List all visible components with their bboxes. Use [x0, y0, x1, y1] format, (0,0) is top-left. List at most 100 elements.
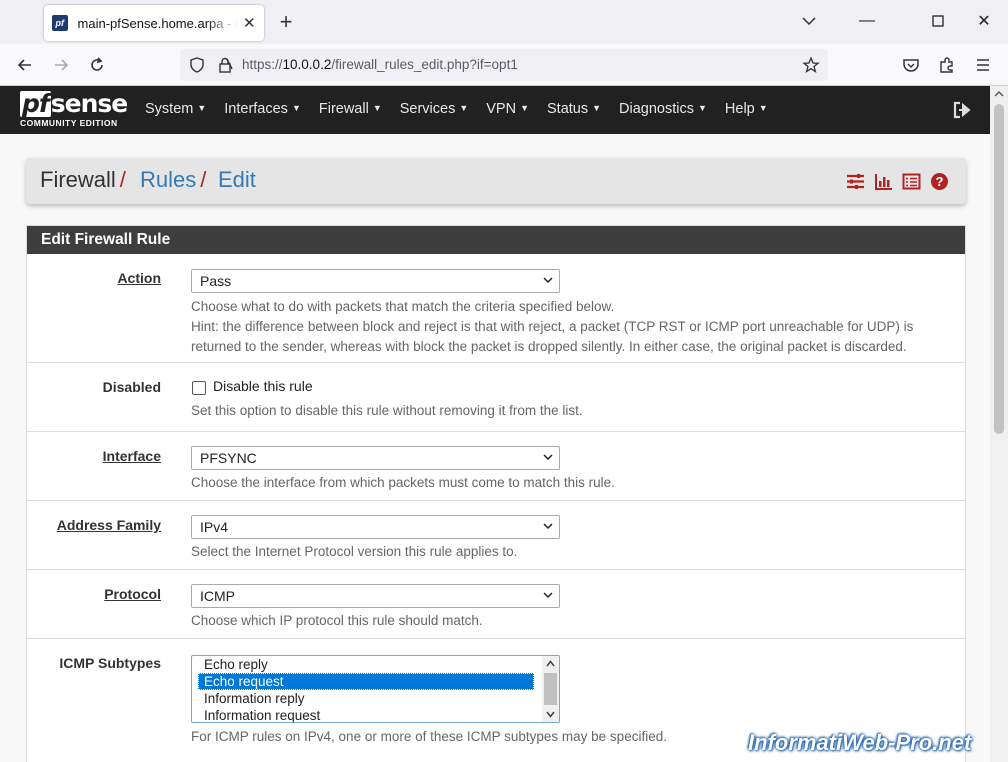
watermark: InformatiWeb-Pro.net [748, 730, 972, 755]
action-select[interactable]: Pass [191, 269, 560, 293]
disable-rule-checkbox-label[interactable]: Disable this rule [213, 378, 313, 394]
caret-down-icon: ▼ [520, 103, 530, 113]
url-path: /firewall_rules_edit.php?if=opt1 [331, 57, 518, 72]
icmp-subtypes-listbox[interactable]: Echo reply Echo request Information repl… [191, 655, 560, 723]
action-help-hint-cont: returned to the sender, whereas with blo… [191, 339, 907, 354]
shield-icon[interactable] [188, 56, 206, 74]
action-label: Action [117, 270, 161, 286]
url-scheme: https:// [242, 57, 283, 72]
action-help: Choose what to do with packets that matc… [191, 297, 913, 357]
listbox-scrollbar[interactable] [542, 656, 559, 722]
browser-tab[interactable]: pf main-pfSense.home.arpa - Firefox ✕ [44, 5, 264, 41]
listbox-option[interactable]: Echo reply [192, 656, 534, 673]
row-interface: Interface PFSYNC Choose the interface fr… [27, 432, 965, 501]
chevron-down-icon [543, 277, 553, 284]
protocol-value: ICMP [200, 588, 235, 604]
listbox-option[interactable]: Information request [192, 707, 534, 722]
action-value: Pass [200, 273, 232, 289]
pfsense-logo[interactable]: pfsense COMMUNITY EDITION [20, 91, 130, 131]
menu-label: Services [399, 101, 456, 117]
menu-services[interactable]: Services ▼ [400, 101, 469, 117]
caret-down-icon: ▼ [592, 103, 602, 113]
pocket-icon[interactable] [901, 55, 921, 75]
tab-close-icon[interactable]: ✕ [242, 14, 256, 32]
url-bar[interactable]: https://10.0.0.2/firewall_rules_edit.php… [180, 49, 828, 81]
address-family-help: Select the Internet Protocol version thi… [191, 544, 518, 559]
forward-icon[interactable] [51, 55, 71, 75]
pfsense-favicon-icon: pf [52, 15, 68, 31]
caret-down-icon: ▼ [459, 103, 469, 113]
listbox-option[interactable]: Information reply [192, 690, 534, 707]
scroll-up-icon[interactable] [545, 659, 556, 668]
caret-down-icon: ▼ [197, 103, 207, 113]
logout-icon[interactable] [952, 100, 972, 120]
panel-title: Edit Firewall Rule [27, 226, 965, 254]
back-icon[interactable] [15, 55, 35, 75]
chevron-down-icon [543, 592, 553, 599]
reload-icon[interactable] [87, 55, 107, 75]
action-help-hint: Hint: the difference between block and r… [191, 319, 914, 334]
menu-diagnostics[interactable]: Diagnostics ▼ [619, 101, 707, 117]
menu-firewall[interactable]: Firewall ▼ [319, 101, 382, 117]
crumb-separator: / [119, 167, 126, 192]
interface-select[interactable]: PFSYNC [191, 446, 560, 470]
menu-status[interactable]: Status ▼ [547, 101, 601, 117]
maximize-icon[interactable] [929, 12, 947, 30]
menu-label: Interfaces [224, 101, 288, 117]
listbox-option-selected[interactable]: Echo request [198, 673, 534, 690]
tab-title: main-pfSense.home.arpa - Firefox [77, 15, 239, 31]
lock-warning-icon[interactable] [216, 56, 234, 74]
address-family-label: Address Family [56, 517, 161, 533]
extensions-icon[interactable] [937, 55, 957, 75]
protocol-select[interactable]: ICMP [191, 584, 560, 608]
breadcrumb: Firewall / Rules / Edit ? [26, 158, 966, 204]
menu-vpn[interactable]: VPN ▼ [486, 101, 529, 117]
breadcrumb-icons: ? [846, 172, 949, 191]
address-family-select[interactable]: IPv4 [191, 515, 560, 539]
close-window-icon[interactable]: ✕ [975, 12, 993, 30]
minimize-icon[interactable]: — [858, 12, 876, 30]
page-scroll-thumb[interactable] [994, 104, 1004, 434]
scroll-up-icon[interactable] [994, 90, 1004, 98]
logo-text: sense [50, 89, 128, 118]
row-action: Action Pass Choose what to do with packe… [27, 254, 965, 363]
interface-help: Choose the interface from which packets … [191, 475, 615, 490]
menu-label: Help [724, 101, 755, 117]
help-question-icon[interactable]: ? [930, 172, 949, 191]
main-menu: System ▼ Interfaces ▼ Firewall ▼ Services ▼ … [145, 101, 786, 117]
edit-rule-panel: Edit Firewall Rule Action Pass Choose wh… [26, 225, 966, 762]
crumb-text: Firewall [40, 167, 116, 192]
crumb-separator: / [200, 167, 207, 192]
logo-pf: pf [20, 89, 51, 118]
pfsense-header: pfsense COMMUNITY EDITION System ▼ Interf… [0, 86, 990, 134]
bar-chart-icon[interactable] [874, 172, 893, 191]
interface-label: Interface [102, 448, 161, 464]
menu-help[interactable]: Help ▼ [725, 101, 768, 117]
chevron-down-icon [543, 523, 553, 530]
breadcrumb-rules[interactable]: Rules / [140, 167, 206, 193]
hamburger-menu-icon[interactable] [973, 55, 993, 75]
disable-rule-checkbox[interactable] [192, 381, 206, 395]
disabled-help: Set this option to disable this rule wit… [191, 403, 583, 418]
breadcrumb-edit[interactable]: Edit [218, 167, 256, 193]
url-host: 10.0.0.2 [282, 57, 332, 72]
new-tab-icon[interactable]: + [276, 10, 296, 34]
page-scrollbar[interactable] [990, 86, 1008, 762]
menu-label: Firewall [318, 101, 369, 117]
list-tabs-icon[interactable] [800, 12, 818, 30]
address-family-value: IPv4 [200, 519, 229, 535]
disabled-label: Disabled [102, 379, 161, 395]
scroll-down-icon[interactable] [545, 710, 556, 719]
menu-interfaces[interactable]: Interfaces ▼ [224, 101, 301, 117]
protocol-label: Protocol [104, 586, 161, 602]
menu-system[interactable]: System ▼ [145, 101, 206, 117]
listbox-scroll-thumb[interactable] [544, 673, 557, 705]
caret-down-icon: ▼ [291, 103, 301, 113]
list-log-icon[interactable] [902, 172, 921, 191]
menu-label: Status [547, 101, 589, 117]
caret-down-icon: ▼ [698, 103, 707, 113]
logo-edition: COMMUNITY EDITION [20, 118, 118, 128]
row-protocol: Protocol ICMP Choose which IP protocol t… [27, 570, 965, 639]
bookmark-star-icon[interactable] [802, 56, 820, 74]
sliders-icon[interactable] [846, 172, 865, 191]
